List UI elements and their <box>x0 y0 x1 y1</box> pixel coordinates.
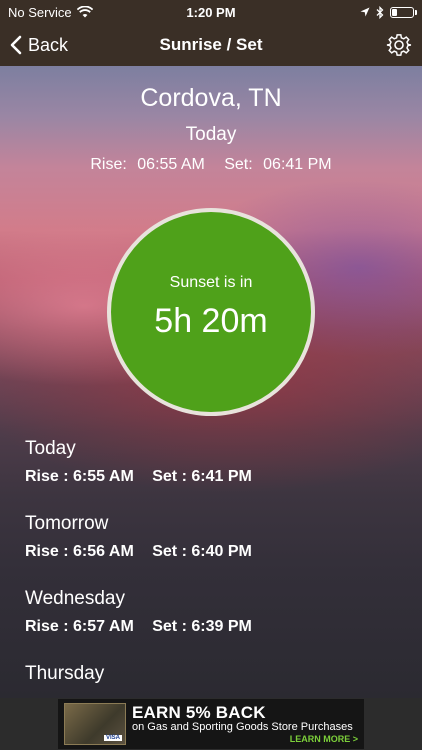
ad-learn-more[interactable]: LEARN MORE > <box>132 734 358 744</box>
ad-subline: on Gas and Sporting Goods Store Purchase… <box>132 721 353 734</box>
battery-icon <box>390 6 417 18</box>
countdown-value: 5h 20m <box>154 301 268 340</box>
status-time: 1:20 PM <box>186 4 236 20</box>
ad-banner-link[interactable]: VISA EARN 5% BACK on Gas and Sporting Go… <box>58 699 364 749</box>
forecast-times: Rise : 6:57 AM Set : 6:39 PM <box>25 618 405 636</box>
back-button-label: Back <box>28 34 69 55</box>
set-label: Set: <box>224 156 253 173</box>
forecast-day: Wednesday <box>25 588 125 609</box>
visa-logo: VISA <box>103 735 122 741</box>
forecast-set: Set : 6:41 PM <box>152 468 252 485</box>
forecast-rise: Rise : 6:57 AM <box>25 618 134 635</box>
forecast-day: Today <box>25 438 76 459</box>
chevron-left-icon <box>10 35 22 55</box>
list-item: Today Rise : 6:55 AM Set : 6:41 PM <box>25 438 405 513</box>
countdown-label: Sunset is in <box>169 273 253 291</box>
rise-set-summary: Rise: 06:55 AM Set: 06:41 PM <box>0 156 422 174</box>
ad-text: EARN 5% BACK on Gas and Sporting Goods S… <box>132 702 364 745</box>
forecast-times: Rise : 6:56 AM Set : 6:40 PM <box>25 543 405 561</box>
ad-banner: VISA EARN 5% BACK on Gas and Sporting Go… <box>0 698 422 750</box>
location-arrow-icon <box>360 7 370 17</box>
gear-icon[interactable] <box>386 32 412 58</box>
forecast-set: Set : 6:39 PM <box>152 618 252 635</box>
list-item: Tomorrow Rise : 6:56 AM Set : 6:40 PM <box>25 513 405 588</box>
city-name: Cordova, TN <box>140 84 282 112</box>
forecast-times: Rise : 6:55 AM Set : 6:41 PM <box>25 468 405 486</box>
forecast-set: Set : 6:40 PM <box>152 543 252 560</box>
sunset-countdown-circle: Sunset is in 5h 20m <box>107 208 315 416</box>
forecast-day: Tomorrow <box>25 513 109 534</box>
navigation-bar: Back Sunrise / Set <box>0 24 422 66</box>
rise-label: Rise: <box>90 156 127 173</box>
current-day: Today <box>185 124 237 145</box>
status-bar: No Service 1:20 PM <box>0 0 422 24</box>
forecast-rise: Rise : 6:56 AM <box>25 543 134 560</box>
ad-headline: EARN 5% BACK <box>132 702 266 722</box>
rise-time: 06:55 AM <box>137 156 205 173</box>
back-button[interactable]: Back <box>10 24 68 66</box>
forecast-list: Today Rise : 6:55 AM Set : 6:41 PM Tomor… <box>25 438 405 738</box>
forecast-rise: Rise : 6:55 AM <box>25 468 134 485</box>
list-item: Wednesday Rise : 6:57 AM Set : 6:39 PM <box>25 588 405 663</box>
ad-card-image: VISA <box>64 703 126 745</box>
set-time: 06:41 PM <box>263 156 332 173</box>
main-content: Cordova, TN Today Rise: 06:55 AM Set: 06… <box>0 66 422 698</box>
status-right-group <box>360 0 417 24</box>
forecast-day: Thursday <box>25 663 105 684</box>
bluetooth-icon <box>376 5 384 19</box>
